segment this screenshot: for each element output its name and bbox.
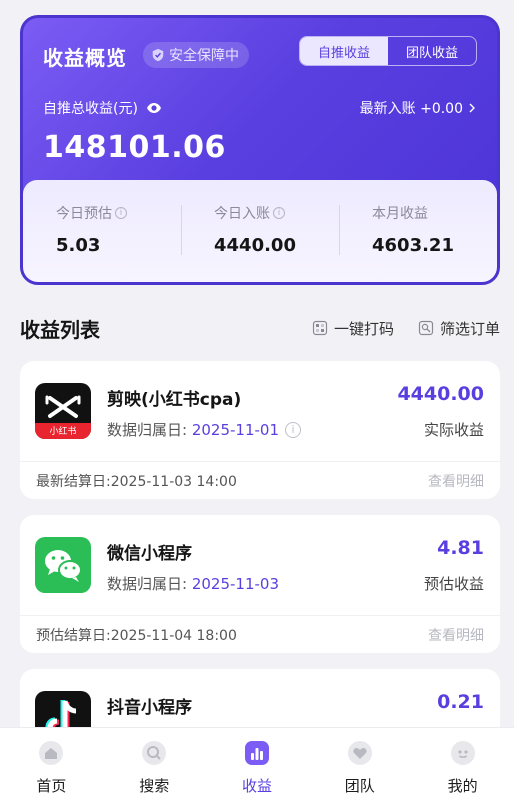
tab-home[interactable]: 首页: [0, 728, 103, 800]
mask-all-label: 一键打码: [333, 319, 394, 338]
stat-month-income-label-row: 本月收益: [372, 203, 497, 223]
item-attribution-date: 数据归属日: 2025-11-01 i: [107, 419, 302, 440]
earnings-overview-card: 收益概览 安全保障中 自推收益 团队收益 自推总收益(元) 最新入账 +0.00: [20, 15, 500, 285]
overview-header: 收益概览 安全保障中 自推收益 团队收益: [43, 36, 477, 72]
tab-self-income[interactable]: 自推收益: [300, 37, 388, 65]
filter-icon: [418, 320, 434, 336]
team-icon: [347, 741, 372, 765]
profile-icon: [450, 741, 475, 765]
total-income-value: 148101.06: [43, 130, 226, 165]
tab-team[interactable]: 团队: [308, 728, 411, 800]
filter-orders-label: 筛选订单: [439, 319, 500, 338]
item-income-kind: 实际收益: [423, 421, 484, 439]
tab-label: 首页: [36, 777, 67, 795]
divider: [20, 461, 500, 462]
tab-label: 团队: [344, 777, 375, 795]
stat-label: 今日入账: [214, 206, 270, 222]
stat-label: 今日预估: [56, 206, 112, 222]
item-name: 剪映(小红书cpa): [107, 390, 242, 410]
shield-icon: [152, 48, 164, 62]
wechat-logo: [35, 537, 91, 593]
total-label-row: 自推总收益(元) 最新入账 +0.00: [43, 98, 477, 118]
total-income-label: 自推总收益(元): [43, 101, 138, 117]
income-list-title: 收益列表: [20, 317, 100, 342]
view-detail-link[interactable]: 查看明细: [428, 471, 484, 491]
item-settlement: 最新结算日:2025-11-03 14:00: [36, 474, 237, 490]
xiaohongshu-badge: 小红书: [49, 427, 77, 437]
home-icon: [39, 741, 64, 765]
safety-badge: 安全保障中: [143, 42, 249, 68]
filter-orders-button[interactable]: 筛选订单: [418, 318, 500, 339]
tab-income[interactable]: 收益: [206, 728, 309, 800]
tab-label: 我的: [447, 777, 478, 795]
wechat-icon: [45, 550, 82, 582]
mask-icon: [312, 320, 328, 336]
info-icon[interactable]: i: [273, 207, 285, 219]
tab-team-income[interactable]: 团队收益: [388, 37, 476, 65]
chevron-right-icon: [469, 103, 475, 113]
stat-value: 4440.00: [214, 235, 296, 256]
tab-label: 搜索: [139, 777, 170, 795]
stat-today-received: 今日入账 i 4440.00: [181, 203, 339, 259]
total-label-group: 自推总收益(元): [43, 98, 162, 118]
income-type-switch: 自推收益 团队收益: [299, 36, 477, 66]
item-settlement: 预估结算日:2025-11-04 18:00: [36, 628, 237, 644]
item-amount: 0.21: [437, 691, 484, 713]
info-icon[interactable]: i: [115, 207, 127, 219]
income-list-header: 收益列表 一键打码 筛选订单: [20, 310, 500, 346]
stat-value: 5.03: [56, 235, 101, 256]
item-amount: 4440.00: [397, 383, 484, 405]
stat-today-estimate-label-row: 今日预估 i: [56, 203, 181, 223]
tab-search[interactable]: 搜索: [103, 728, 206, 800]
latest-entry-text: 最新入账 +0.00: [359, 101, 463, 117]
stats-panel: 今日预估 i 5.03 今日入账 i 4440.00 本月收益 4603.21: [23, 180, 497, 282]
view-detail-link[interactable]: 查看明细: [428, 625, 484, 645]
safety-badge-label: 安全保障中: [169, 48, 239, 64]
income-item-card[interactable]: 小红书 剪映(小红书cpa) 数据归属日: 2025-11-01 i 4440.…: [20, 361, 500, 499]
search-icon: [142, 741, 167, 765]
date-prefix: 数据归属日:: [107, 575, 192, 593]
capcut-logo: 小红书: [35, 383, 91, 439]
stat-today-received-label-row: 今日入账 i: [214, 203, 339, 223]
tab-label: 收益: [241, 777, 272, 795]
stat-value: 4603.21: [372, 235, 454, 256]
item-income-kind: 预估收益: [423, 575, 484, 593]
stat-month-income: 本月收益 4603.21: [339, 203, 497, 259]
stat-today-estimate: 今日预估 i 5.03: [23, 203, 181, 259]
mask-all-button[interactable]: 一键打码: [312, 318, 394, 339]
bottom-tab-bar: 首页 搜索 收益 团队 我的: [0, 727, 514, 800]
date-value: 2025-11-01: [191, 421, 280, 439]
date-value: 2025-11-03: [191, 575, 280, 593]
eye-icon[interactable]: [146, 100, 162, 116]
item-amount: 4.81: [437, 537, 484, 559]
item-attribution-date: 数据归属日: 2025-11-03: [107, 573, 279, 594]
date-prefix: 数据归属日:: [107, 421, 192, 439]
divider: [20, 615, 500, 616]
list-actions: 一键打码 筛选订单: [312, 318, 500, 339]
income-item-card[interactable]: 微信小程序 数据归属日: 2025-11-03 4.81 预估收益 预估结算日:…: [20, 515, 500, 653]
tab-profile[interactable]: 我的: [411, 728, 514, 800]
chart-icon: [244, 741, 269, 765]
item-name: 抖音小程序: [107, 698, 192, 718]
stat-label: 本月收益: [372, 206, 428, 222]
item-name: 微信小程序: [107, 544, 192, 564]
latest-entry-link[interactable]: 最新入账 +0.00: [360, 98, 477, 118]
overview-title: 收益概览: [43, 46, 127, 70]
info-icon[interactable]: i: [285, 421, 302, 438]
